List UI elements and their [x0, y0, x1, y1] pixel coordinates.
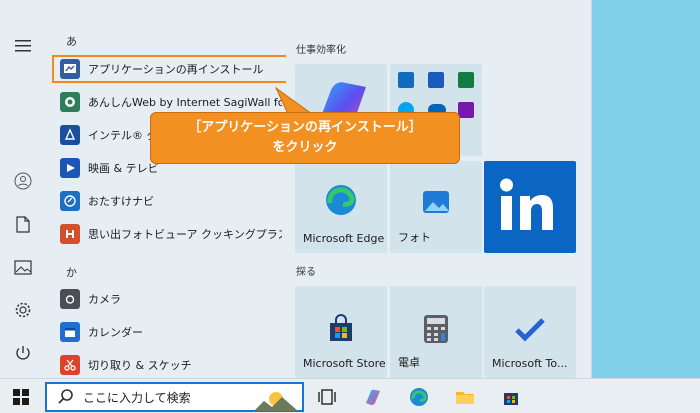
tile-label: Microsoft Edge	[303, 232, 385, 245]
copilot-icon	[366, 389, 380, 405]
movies-tv-icon	[60, 158, 80, 178]
document-icon	[16, 215, 30, 233]
app-label: 切り取り & スケッチ	[88, 359, 192, 372]
app-label: 思い出フォトビューア クッキングプラス	[88, 228, 282, 241]
app-item-camera[interactable]: カメラ	[54, 285, 282, 313]
taskbar-search-box[interactable]: ここに入力して検索	[45, 382, 304, 412]
app-list: あ アプリケーションの再インストール あんしんWeb by Internet S…	[46, 0, 286, 378]
photos-icon	[423, 191, 449, 213]
hamburger-icon	[15, 40, 31, 52]
search-highlight-image	[254, 392, 298, 411]
user-account-button[interactable]	[10, 168, 36, 194]
documents-button[interactable]	[10, 211, 36, 237]
picture-icon	[14, 259, 32, 275]
tile-label: Microsoft Store	[303, 357, 386, 370]
app-label: あんしんWeb by Internet SagiWall for d	[88, 96, 282, 109]
start-button[interactable]	[10, 386, 32, 408]
excel-icon	[458, 72, 474, 88]
snip-sketch-icon	[60, 355, 80, 375]
tile-photos[interactable]: フォト	[390, 161, 482, 253]
anshin-web-icon	[60, 92, 80, 112]
app-item-reinstall[interactable]: アプリケーションの再インストール	[52, 55, 286, 83]
start-rail	[0, 0, 46, 378]
letter-header-ka[interactable]: か	[66, 264, 77, 280]
folder-icon	[456, 392, 474, 404]
callout-line-2: をクリック	[272, 140, 338, 155]
tile-store[interactable]: Microsoft Store	[295, 286, 387, 378]
app-label: おたすけナビ	[88, 195, 154, 208]
word-icon	[428, 72, 444, 88]
intel-graphics-icon	[60, 125, 80, 145]
edge-icon	[326, 185, 356, 215]
edge-icon	[410, 388, 428, 406]
start-menu: あ アプリケーションの再インストール あんしんWeb by Internet S…	[0, 0, 592, 378]
tile-todo[interactable]: Microsoft To...	[484, 286, 576, 378]
explore-section-title: 探る	[296, 267, 316, 278]
app-label: カレンダー	[88, 326, 143, 339]
app-item-photo-viewer[interactable]: 思い出フォトビューア クッキングプラス	[54, 220, 282, 248]
tile-label: 電卓	[398, 356, 420, 369]
tile-label: Microsoft To...	[492, 357, 568, 370]
search-placeholder: ここに入力して検索	[83, 390, 191, 405]
letter-header-a[interactable]: あ	[66, 33, 77, 49]
task-view-icon	[318, 389, 336, 405]
power-icon	[16, 346, 30, 360]
reinstall-app-icon	[60, 59, 80, 79]
file-explorer-button[interactable]	[454, 386, 476, 408]
app-item-snip-sketch[interactable]: 切り取り & スケッチ	[54, 351, 282, 378]
tile-edge[interactable]: Microsoft Edge	[295, 161, 387, 253]
calculator-icon	[424, 315, 448, 343]
search-icon	[58, 389, 73, 404]
copilot-taskbar-button[interactable]	[362, 386, 384, 408]
user-icon	[14, 172, 32, 190]
tile-linkedin[interactable]	[484, 161, 576, 253]
app-label: カメラ	[88, 293, 121, 306]
gear-icon	[15, 302, 31, 318]
taskbar: ここに入力して検索	[0, 378, 700, 413]
tile-calculator[interactable]: 電卓	[390, 286, 482, 378]
store-icon	[504, 393, 518, 405]
calendar-icon	[60, 322, 80, 342]
tile-label: フォト	[398, 231, 431, 244]
app-item-otasuke-navi[interactable]: おたすけナビ	[54, 187, 282, 215]
windows-logo-icon	[13, 389, 29, 405]
hamburger-menu-button[interactable]	[10, 33, 36, 59]
instruction-callout: ［アプリケーションの再インストール］ をクリック	[150, 112, 460, 164]
todo-icon	[515, 318, 545, 342]
settings-button[interactable]	[10, 297, 36, 323]
linkedin-icon	[500, 178, 553, 230]
app-item-calendar[interactable]: カレンダー	[54, 318, 282, 346]
outlook-icon	[398, 72, 414, 88]
otasuke-navi-icon	[60, 191, 80, 211]
camera-icon	[60, 289, 80, 309]
task-view-button[interactable]	[316, 386, 338, 408]
edge-taskbar-button[interactable]	[408, 386, 430, 408]
callout-line-1: ［アプリケーションの再インストール］	[188, 120, 422, 135]
app-label: アプリケーションの再インストール	[88, 63, 264, 76]
store-taskbar-button[interactable]	[500, 386, 522, 408]
onenote-icon	[458, 102, 474, 118]
power-button[interactable]	[10, 340, 36, 366]
photo-viewer-icon	[60, 224, 80, 244]
desktop-background	[592, 0, 700, 378]
pinned-section-title: 仕事効率化	[296, 45, 346, 56]
store-icon	[330, 314, 352, 341]
pictures-button[interactable]	[10, 254, 36, 280]
app-label: 映画 & テレビ	[88, 162, 159, 175]
